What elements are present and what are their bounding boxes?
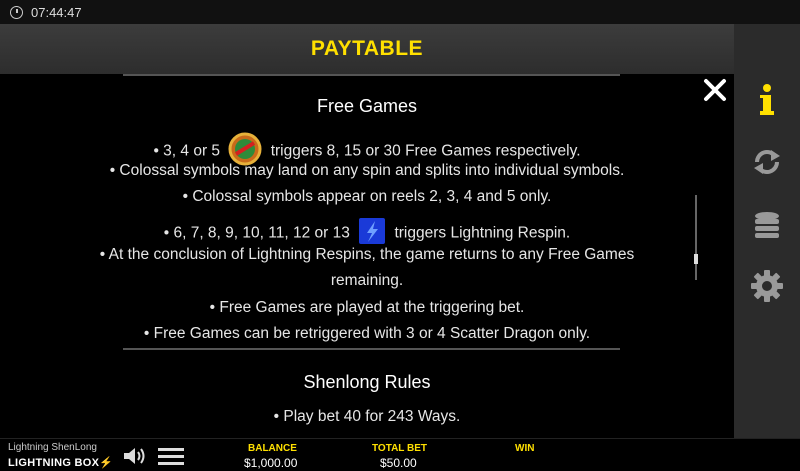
coins-button[interactable] — [747, 206, 787, 246]
paytable-header: PAYTABLE — [0, 24, 734, 74]
line-4-pre: • 6, 7, 8, 9, 10, 11, 12 or 13 — [163, 224, 350, 242]
free-games-line-6: remaining. — [330, 272, 404, 289]
hamburger-menu-icon — [158, 448, 184, 465]
shenlong-line-1: • Play bet 40 for 243 Ways. — [273, 408, 461, 425]
close-icon — [704, 79, 726, 101]
balance-label: BALANCE — [248, 443, 297, 454]
line-1-post: triggers 8, 15 or 30 Free Games respecti… — [270, 142, 581, 160]
total-bet-value: $50.00 — [380, 456, 417, 470]
footer-bar: Lightning ShenLong LIGHTNING BOX⚡ BALANC… — [0, 438, 800, 471]
total-bet-label: TOTAL BET — [372, 443, 427, 454]
free-games-line-3: • Colossal symbols appear on reels 2, 3,… — [182, 188, 552, 205]
free-games-heading: Free Games — [316, 96, 418, 116]
brand-logo: LIGHTNING BOX⚡ — [8, 456, 113, 469]
scrollbar-track[interactable] — [695, 195, 697, 280]
info-button[interactable] — [747, 80, 787, 120]
brand-text: LIGHTNING BOX — [8, 457, 100, 469]
bolt-icon: ⚡ — [99, 457, 114, 469]
win-label: WIN — [515, 443, 535, 454]
balance-value: $1,000.00 — [244, 456, 298, 470]
line-4-post: triggers Lightning Respin. — [394, 224, 571, 242]
game-name: Lightning ShenLong — [8, 442, 97, 453]
close-button[interactable] — [703, 78, 727, 102]
paytable-content[interactable]: Free Games • 3, 4 or 5 triggers 8, 15 or… — [0, 74, 734, 438]
divider — [123, 74, 620, 76]
free-games-line-7: • Free Games are played at the triggerin… — [209, 299, 525, 316]
line-1-pre: • 3, 4 or 5 — [153, 142, 221, 160]
speaker-icon — [124, 448, 145, 464]
free-games-line-2: • Colossal symbols may land on any spin … — [109, 162, 625, 179]
menu-button[interactable] — [158, 446, 184, 471]
settings-button[interactable] — [747, 266, 787, 306]
sidebar — [734, 24, 800, 438]
scrollbar-thumb[interactable] — [694, 254, 698, 264]
divider — [123, 348, 620, 350]
autoplay-icon — [754, 150, 780, 174]
coins-icon — [755, 212, 779, 238]
page-title: PAYTABLE — [310, 37, 424, 60]
clock-icon — [10, 5, 23, 19]
status-time: 07:44:47 — [31, 4, 82, 20]
status-bar: 07:44:47 — [0, 0, 800, 24]
info-icon — [760, 84, 774, 115]
free-games-line-8: • Free Games can be retriggered with 3 o… — [143, 325, 591, 342]
shenlong-heading: Shenlong Rules — [303, 372, 431, 392]
sound-button[interactable] — [123, 446, 147, 471]
autoplay-button[interactable] — [747, 142, 787, 182]
settings-icon — [751, 270, 783, 302]
free-games-line-5: • At the conclusion of Lightning Respins… — [99, 246, 635, 263]
